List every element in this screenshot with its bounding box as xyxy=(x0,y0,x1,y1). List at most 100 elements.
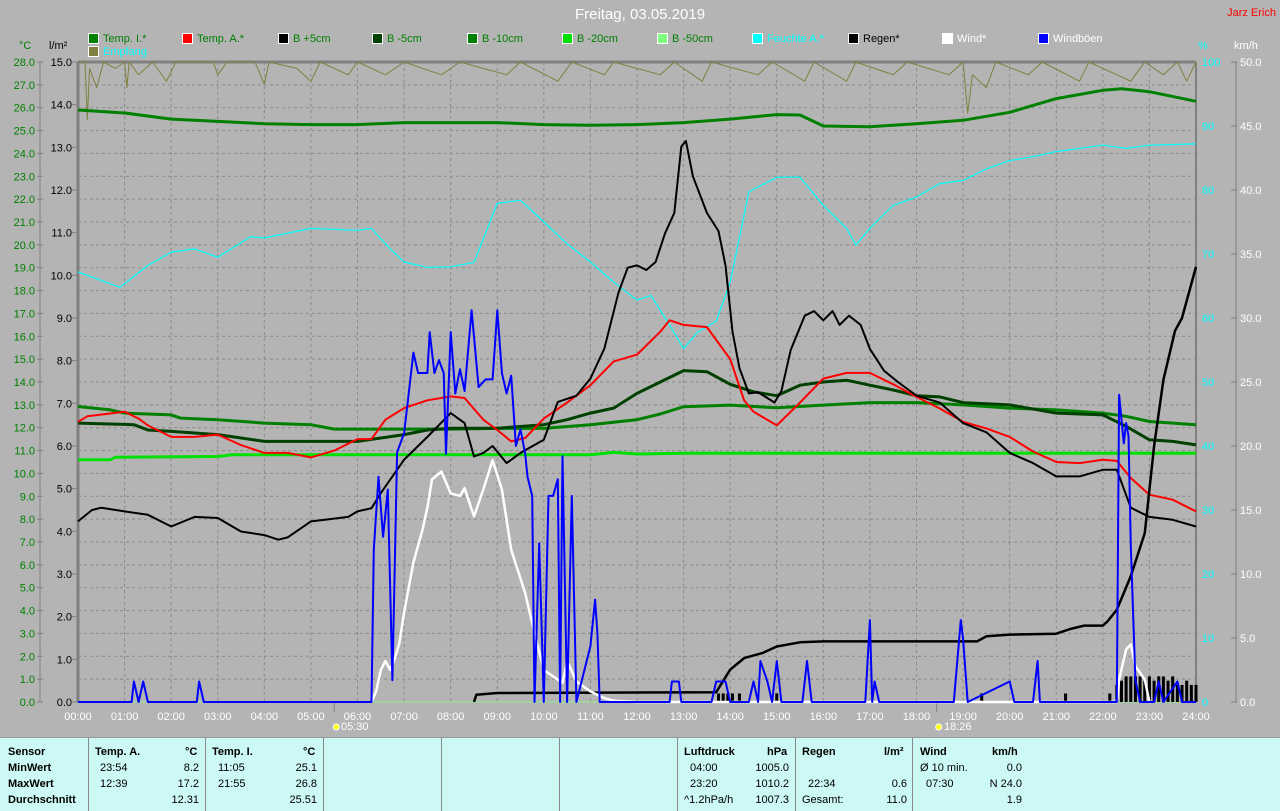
temp-a-min: 8.2 xyxy=(183,762,199,774)
temp-i-header: Temp. I. xyxy=(212,746,253,758)
x-tick-label: 24:00 xyxy=(1182,711,1210,723)
x-tick-label: 07:00 xyxy=(390,711,418,723)
rain-max: 0.6 xyxy=(891,778,907,790)
pressure-trend: ^1.2hPa/h xyxy=(684,794,734,806)
row-label-avg: Durchschnitt xyxy=(8,794,76,806)
rain-bar xyxy=(717,693,721,702)
wind-tick-label: 15.0 xyxy=(1240,505,1261,517)
temp-tick-label: 8.0 xyxy=(20,514,35,526)
temp-i-max-time: 21:55 xyxy=(218,778,246,790)
pressure-min: 1005.0 xyxy=(755,762,789,774)
rain-bar xyxy=(1194,684,1198,702)
temp-tick-label: 27.0 xyxy=(14,80,35,92)
x-tick-label: 23:00 xyxy=(1136,711,1164,723)
sunrise-time: 05:30 xyxy=(341,721,369,733)
rain-tick-label: 3.0 xyxy=(57,569,72,581)
hum-tick-label: 10 xyxy=(1202,633,1214,645)
x-tick-label: 00:00 xyxy=(64,711,92,723)
x-tick-label: 18:00 xyxy=(903,711,931,723)
wind-tick-label: 50.0 xyxy=(1240,57,1261,69)
sensor-header: Sensor xyxy=(8,746,46,758)
temp-tick-label: 4.0 xyxy=(20,606,35,618)
x-tick-label: 22:00 xyxy=(1089,711,1117,723)
x-tick-label: 17:00 xyxy=(856,711,884,723)
hum-tick-label: 40 xyxy=(1202,441,1214,453)
rain-tick-label: 4.0 xyxy=(57,526,72,538)
temp-tick-label: 16.0 xyxy=(14,331,35,343)
pressure-unit: hPa xyxy=(767,746,788,758)
temp-i-avg: 25.51 xyxy=(289,794,317,806)
rain-tick-label: 8.0 xyxy=(57,356,72,368)
temp-tick-label: 9.0 xyxy=(20,491,35,503)
hum-tick-label: 60 xyxy=(1202,313,1214,325)
rain-tick-label: 5.0 xyxy=(57,484,72,496)
wind-tick-label: 45.0 xyxy=(1240,121,1261,133)
wind-unit: km/h xyxy=(992,746,1018,758)
temp-tick-label: 17.0 xyxy=(14,308,35,320)
temp-a-unit: °C xyxy=(185,746,198,758)
rain-bar xyxy=(1166,680,1170,702)
rain-tick-label: 1.0 xyxy=(57,654,72,666)
x-tick-label: 14:00 xyxy=(716,711,744,723)
x-tick-label: 08:00 xyxy=(437,711,465,723)
x-tick-label: 05:00 xyxy=(297,711,325,723)
x-tick-label: 13:00 xyxy=(670,711,698,723)
temp-tick-label: 14.0 xyxy=(14,377,35,389)
pressure-min-time: 04:00 xyxy=(690,762,718,774)
rain-bar xyxy=(730,693,734,702)
hum-tick-label: 90 xyxy=(1202,121,1214,133)
rain-bar xyxy=(1124,676,1128,702)
temp-a-min-time: 23:54 xyxy=(100,762,128,774)
wind-tick-label: 35.0 xyxy=(1240,249,1261,261)
hum-tick-label: 50 xyxy=(1202,377,1214,389)
wind-max: N 24.0 xyxy=(989,778,1022,790)
rain-tick-label: 6.0 xyxy=(57,441,72,453)
x-tick-label: 02:00 xyxy=(157,711,185,723)
x-tick-label: 04:00 xyxy=(251,711,279,723)
rain-tick-label: 9.0 xyxy=(57,313,72,325)
hum-tick-label: 100 xyxy=(1202,57,1220,69)
x-tick-label: 12:00 xyxy=(623,711,651,723)
rain-tick-label: 10.0 xyxy=(51,270,72,282)
temp-tick-label: 11.0 xyxy=(14,446,35,458)
rain-tick-label: 14.0 xyxy=(51,100,72,112)
temp-tick-label: 5.0 xyxy=(20,583,35,595)
hum-tick-label: 80 xyxy=(1202,185,1214,197)
rain-bar xyxy=(1119,680,1123,702)
temp-tick-label: 0.0 xyxy=(20,697,35,709)
wind-tick-label: 30.0 xyxy=(1240,313,1261,325)
hum-tick-label: 30 xyxy=(1202,505,1214,517)
temp-tick-label: 15.0 xyxy=(14,354,35,366)
temp-tick-label: 19.0 xyxy=(14,263,35,275)
temp-tick-label: 18.0 xyxy=(14,286,35,298)
rain-max-time: 22:34 xyxy=(808,778,836,790)
pressure-max: 1010.2 xyxy=(755,778,789,790)
temp-i-unit: °C xyxy=(303,746,316,758)
pressure-header: Luftdruck xyxy=(684,746,735,758)
temp-tick-label: 28.0 xyxy=(14,57,35,69)
rain-bar xyxy=(775,693,779,702)
temp-tick-label: 2.0 xyxy=(20,651,35,663)
wind-tick-label: 10.0 xyxy=(1240,569,1261,581)
rain-tick-label: 12.0 xyxy=(51,185,72,197)
wind-avg10-label: Ø 10 min. xyxy=(920,762,968,774)
wind-tick-label: 20.0 xyxy=(1240,441,1261,453)
x-tick-label: 03:00 xyxy=(204,711,232,723)
x-tick-label: 09:00 xyxy=(483,711,511,723)
temp-tick-label: 3.0 xyxy=(20,628,35,640)
temp-i-min-time: 11:05 xyxy=(218,762,245,774)
x-tick-label: 10:00 xyxy=(530,711,558,723)
wind-avg: 1.9 xyxy=(1006,794,1022,806)
statistics-table: Sensor MinWert MaxWert Durchschnitt Temp… xyxy=(0,737,1280,811)
temp-tick-label: 20.0 xyxy=(14,240,35,252)
hum-tick-label: 0 xyxy=(1202,697,1208,709)
rain-header: Regen xyxy=(802,746,836,758)
wind-avg10: 0.0 xyxy=(1006,762,1022,774)
temp-a-header: Temp. A. xyxy=(95,746,141,758)
rain-bar xyxy=(1185,680,1189,702)
temp-tick-label: 23.0 xyxy=(14,171,35,183)
pressure-max-time: 23:20 xyxy=(690,778,718,790)
rain-bar xyxy=(1129,676,1133,702)
wind-header: Wind xyxy=(920,746,947,758)
series-regen xyxy=(472,266,1198,703)
